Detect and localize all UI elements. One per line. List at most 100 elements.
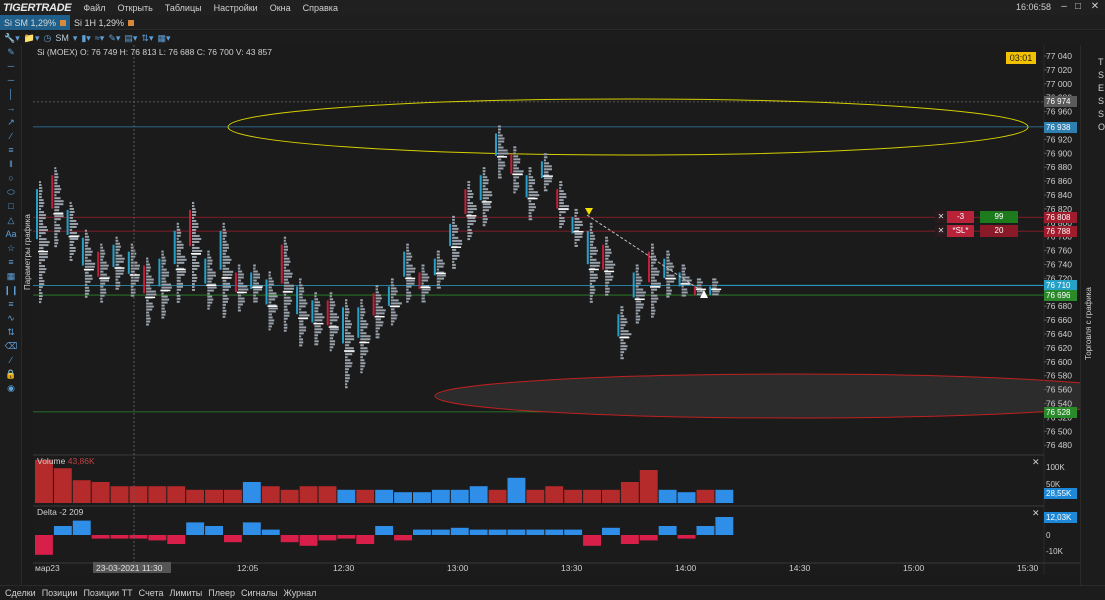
triangle-icon[interactable]: △ <box>0 213 22 227</box>
tab-signals[interactable]: Сигналы <box>238 588 281 598</box>
vertical-line-icon[interactable]: │ <box>0 87 22 101</box>
delta-bar <box>261 529 280 535</box>
price-axis-label: 76 920 <box>1046 134 1072 144</box>
bars-icon[interactable]: ❙❙ <box>0 283 22 297</box>
price-axis[interactable]: 77 04077 02077 00076 98076 96076 94076 9… <box>1044 51 1072 450</box>
star-icon[interactable]: ☆ <box>0 241 22 255</box>
price-axis-label: 76 480 <box>1046 440 1072 450</box>
volume-bar <box>35 459 53 503</box>
delta-bar <box>280 535 299 543</box>
volume-bar <box>564 489 583 503</box>
tab-trades[interactable]: Сделки <box>2 588 39 598</box>
order-row[interactable]: ✕ -3 99 <box>935 211 1018 223</box>
close-delta-icon[interactable]: ✕ <box>1032 508 1040 519</box>
indicators-icon[interactable]: ≈▾ <box>95 33 104 44</box>
menu-open[interactable]: Открыть <box>111 3 158 13</box>
ruler-icon[interactable]: ∕ <box>0 353 22 367</box>
tab-limits[interactable]: Лимиты <box>167 588 206 598</box>
hide-icon[interactable]: ◉ <box>0 381 22 395</box>
circle-icon[interactable]: ○ <box>0 171 22 185</box>
tab-journal[interactable]: Журнал <box>281 588 320 598</box>
minimize-icon[interactable]: – <box>1057 1 1071 13</box>
eraser-icon[interactable]: ⌫ <box>0 339 22 353</box>
ellipse-icon[interactable]: ⬭ <box>0 185 22 199</box>
arrow-icon[interactable]: ↗ <box>0 115 22 129</box>
menu-bar: TIGERTRADE Файл Открыть Таблицы Настройк… <box>0 0 1105 15</box>
delta-bar <box>488 529 507 535</box>
wrench-icon[interactable]: 🔧▾ <box>4 33 20 44</box>
stop-loss-row[interactable]: ✕ *SL* 20 <box>935 225 1018 237</box>
line-icon[interactable]: ─ <box>0 59 22 73</box>
volume-current-tag: 28,55K <box>1044 488 1077 499</box>
chevron-down-icon[interactable]: ▾ <box>73 33 78 44</box>
cancel-order-icon[interactable]: ✕ <box>935 211 947 223</box>
measure-icon[interactable]: ⇅ <box>0 325 22 339</box>
tab-positions[interactable]: Позиции <box>39 588 81 598</box>
app-logo: TIGERTRADE <box>3 1 72 14</box>
grid-icon[interactable]: ▦ <box>0 269 22 283</box>
levels-icon[interactable]: ≡ <box>0 297 22 311</box>
price-tag: 76 808 <box>1044 212 1077 223</box>
delta-bar <box>53 526 72 535</box>
delta-bar <box>224 535 242 543</box>
price-axis-label: 76 760 <box>1046 246 1072 256</box>
price-axis-label: 76 840 <box>1046 190 1072 200</box>
ray-icon[interactable]: → <box>0 101 22 115</box>
close-icon[interactable]: ✕ <box>1088 1 1102 13</box>
volume-bar <box>658 489 677 503</box>
chart-trading-label[interactable]: Торговля с графика <box>1084 287 1093 360</box>
cancel-order-icon[interactable]: ✕ <box>935 225 947 237</box>
tab-positions-tt[interactable]: Позиции ТТ <box>80 588 135 598</box>
volume-title: Volume <box>37 456 66 466</box>
parallel-icon[interactable]: ‖ <box>0 157 22 171</box>
volume-bar <box>583 489 601 503</box>
horizontal-line-icon[interactable]: ─ <box>0 73 22 87</box>
delta-bar <box>450 527 469 535</box>
timeframe-select[interactable]: SM <box>55 33 69 43</box>
volume-bar <box>620 482 639 503</box>
price-tag: 76 696 <box>1044 290 1077 301</box>
zigzag-icon[interactable]: ∿ <box>0 311 22 325</box>
pen-icon[interactable]: ✎ <box>0 45 22 59</box>
red-ellipse-drawing[interactable] <box>434 373 1080 419</box>
order-qty: *SL* <box>947 225 974 237</box>
maximize-icon[interactable]: □ <box>1071 1 1085 13</box>
tab-color-icon <box>60 19 67 26</box>
close-volume-icon[interactable]: ✕ <box>1032 457 1040 468</box>
scale-icon[interactable]: ⇅▾ <box>141 33 153 44</box>
folder-icon[interactable]: 📁▾ <box>24 33 40 44</box>
drawing-icon[interactable]: ✎▾ <box>108 33 120 44</box>
clock-icon[interactable]: ◷ <box>43 33 51 44</box>
volume-bar <box>677 492 696 503</box>
price-chart[interactable]: 77 04077 02077 00076 98076 96076 94076 9… <box>33 45 1080 575</box>
menu-windows[interactable]: Окна <box>264 3 297 13</box>
lines-icon[interactable]: ≡ <box>0 143 22 157</box>
tab-color-icon <box>128 19 135 26</box>
template-icon[interactable]: ▤▾ <box>124 33 137 44</box>
delta-value: -2 209 <box>59 507 84 517</box>
menu-file[interactable]: Файл <box>77 3 111 13</box>
tab-si-5m[interactable]: Si SM 1,29% <box>0 15 71 30</box>
tab-si-1h[interactable]: Si 1H 1,29% <box>70 15 138 30</box>
menu-help[interactable]: Справка <box>297 3 344 13</box>
text-icon[interactable]: Aa <box>0 227 22 241</box>
volume-bar <box>318 486 337 503</box>
chart-type-icon[interactable]: ▮▾ <box>81 33 90 44</box>
volume-bar <box>526 489 545 503</box>
calendar-icon[interactable]: ▦▾ <box>157 33 170 44</box>
menu-tables[interactable]: Таблицы <box>159 3 208 13</box>
lock-icon[interactable]: 🔒 <box>0 367 22 381</box>
tab-player[interactable]: Плеер <box>205 588 238 598</box>
chart-params-label[interactable]: Параметры графика <box>23 214 32 290</box>
rectangle-icon[interactable]: □ <box>0 199 22 213</box>
time-axis-label: 14:30 <box>789 563 811 573</box>
channel-icon[interactable]: ∕ <box>0 129 22 143</box>
tab-accounts[interactable]: Счета <box>136 588 167 598</box>
price-axis-label: 76 660 <box>1046 315 1072 325</box>
price-tag: 76 938 <box>1044 122 1077 133</box>
price-axis-label: 76 680 <box>1046 301 1072 311</box>
delta-bar <box>318 535 337 541</box>
volume-bar <box>72 480 91 503</box>
fib-icon[interactable]: ≡ <box>0 255 22 269</box>
menu-settings[interactable]: Настройки <box>208 3 264 13</box>
